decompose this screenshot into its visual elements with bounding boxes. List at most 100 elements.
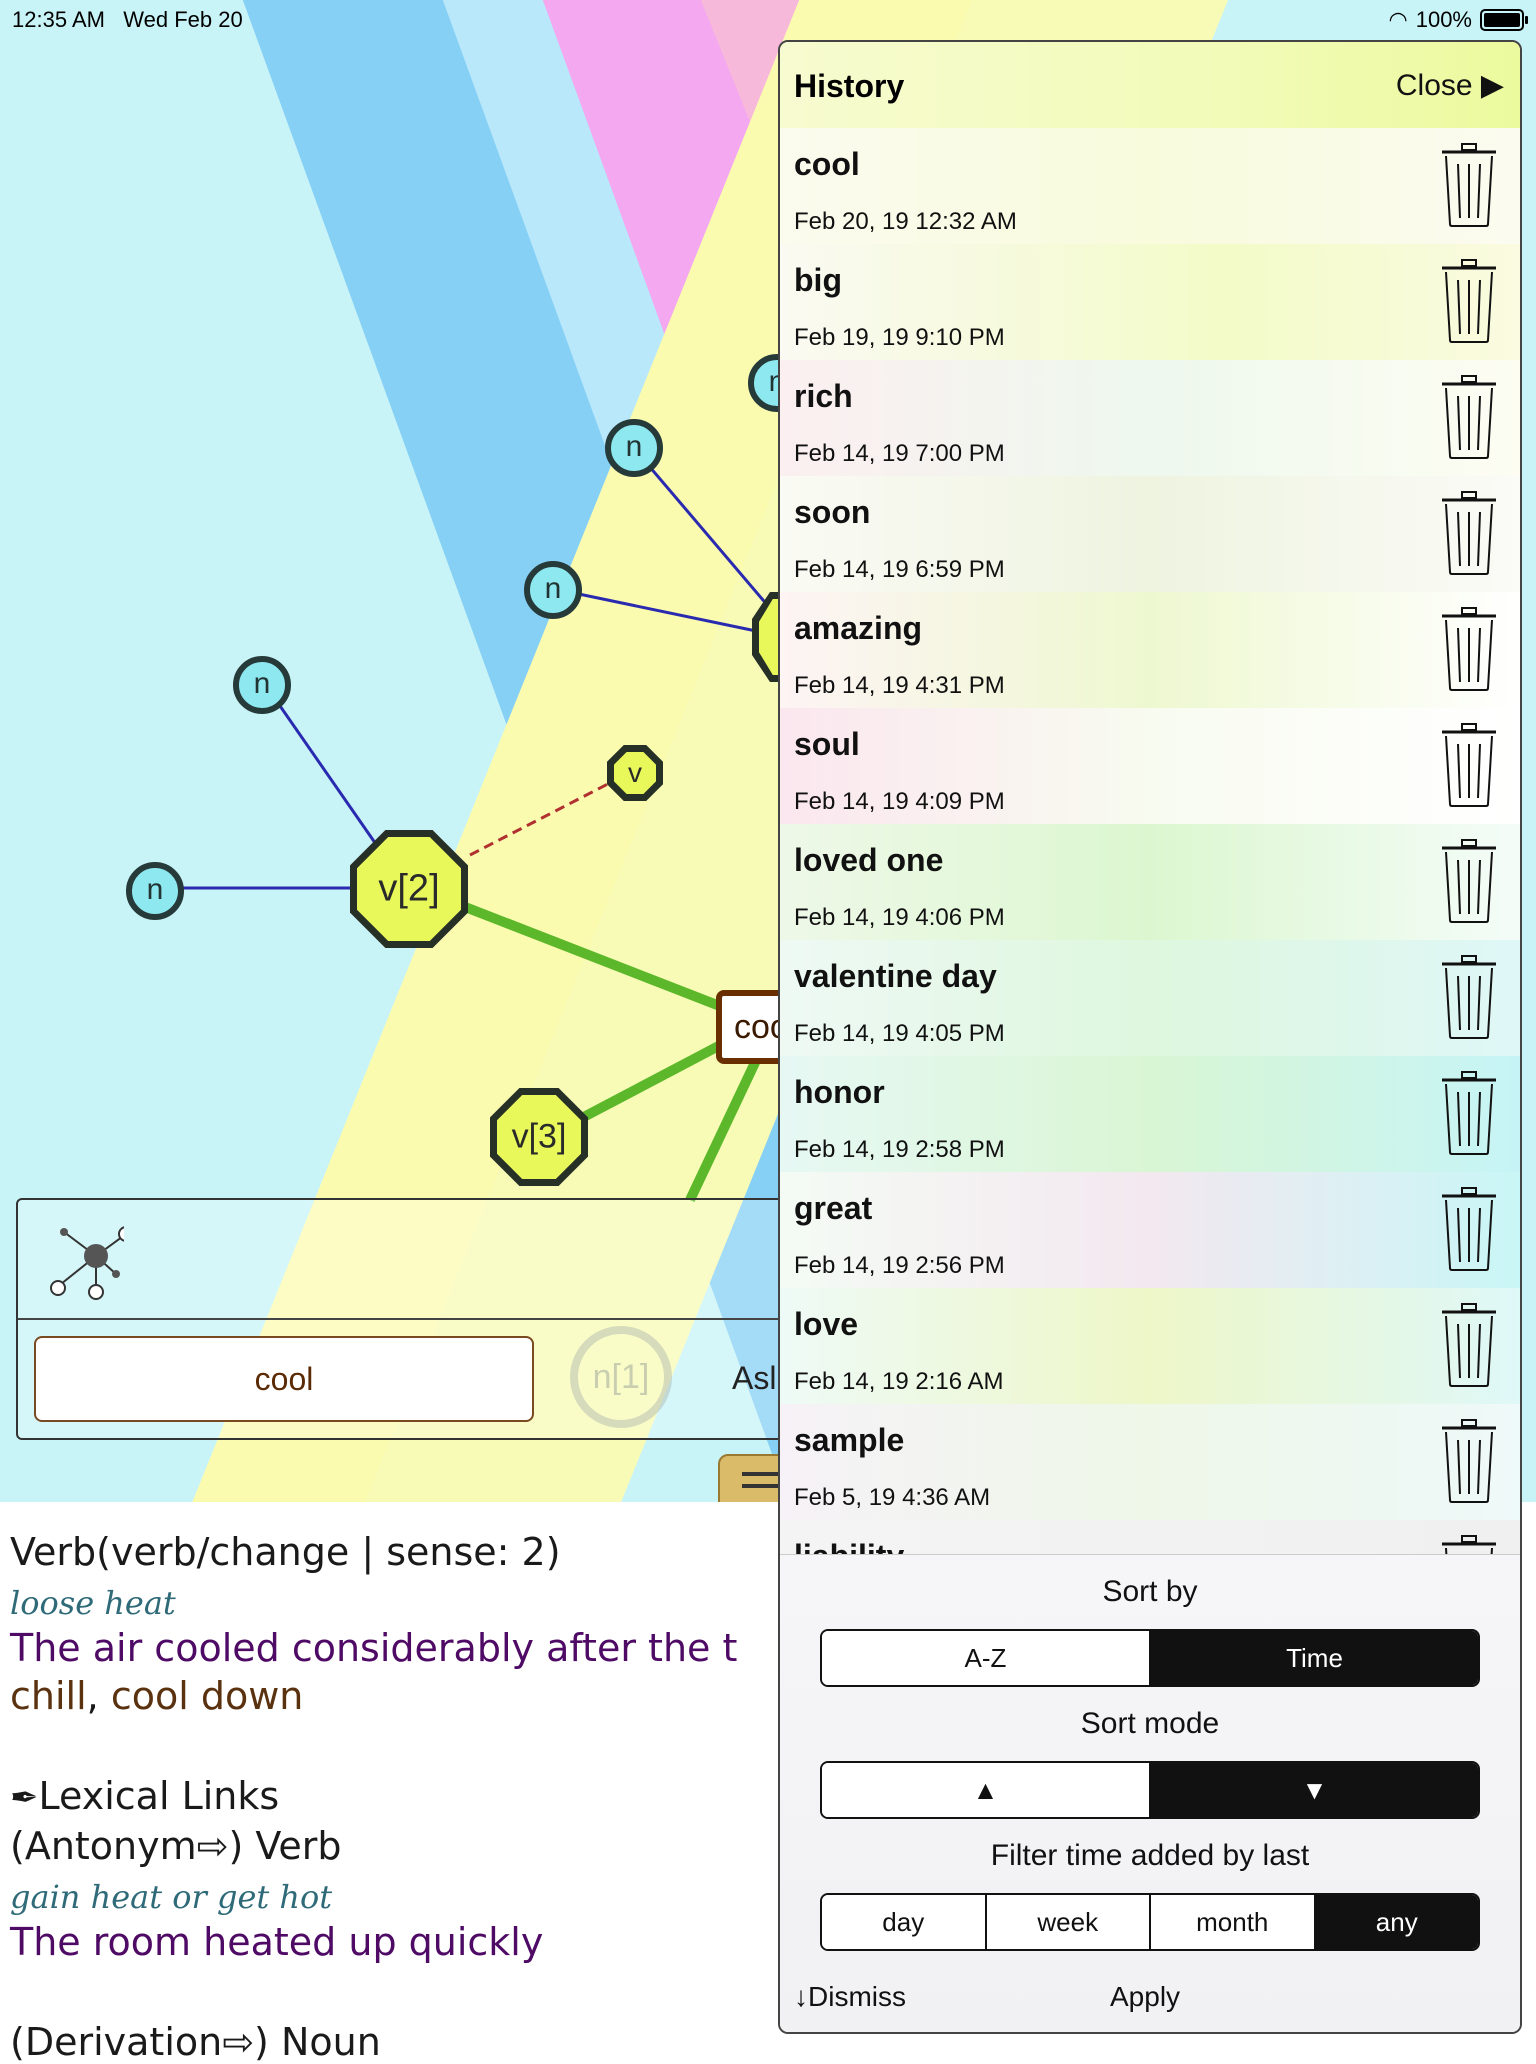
history-date: Feb 14, 19 2:58 PM [794,1136,1005,1163]
sort-descending-option[interactable]: ▼ [1151,1763,1478,1817]
graph-node-n[interactable]: n [605,419,663,477]
history-row[interactable]: big Feb 19, 19 9:10 PM [780,244,1520,362]
history-date: Feb 14, 19 4:09 PM [794,788,1005,815]
history-list[interactable]: cool Feb 20, 19 12:32 AM big Feb 19, 19 9:1… [780,128,1520,1554]
trash-icon[interactable] [1440,258,1498,344]
sense-gloss: loose heat [10,1584,176,1622]
sort-mode-segment: ▲ ▼ [820,1761,1480,1819]
graph-node-n[interactable]: n [524,561,582,619]
history-date: Feb 14, 19 2:16 AM [794,1368,1004,1395]
dismiss-button[interactable]: ↓Dismiss [794,1981,906,2013]
history-row[interactable]: cool Feb 20, 19 12:32 AM [780,128,1520,246]
antonym-gloss: gain heat or get hot [10,1878,333,1916]
history-row[interactable]: valentine day Feb 14, 19 4:05 PM [780,940,1520,1058]
history-word: soon [794,494,871,530]
toolbar-divider [18,1318,798,1320]
history-date: Feb 14, 19 4:31 PM [794,672,1005,699]
history-row[interactable]: sample Feb 5, 19 4:36 AM [780,1404,1520,1522]
history-panel: History Close ▶ cool Feb 20, 19 12:32 AM b… [778,40,1522,2034]
trash-icon[interactable] [1440,838,1498,924]
sort-time-option[interactable]: Time [1151,1631,1478,1685]
filter-month-option[interactable]: month [1151,1895,1316,1949]
history-word: valentine day [794,958,997,994]
derivation-line[interactable]: (Derivation⇨) Noun [10,2020,381,2064]
graph-network-icon[interactable] [34,1214,124,1304]
graph-node-n[interactable]: n [233,656,291,714]
history-word: rich [794,378,853,414]
trash-icon[interactable] [1440,722,1498,808]
status-time: 12:35 AM [12,7,105,32]
history-word: loved one [794,842,944,878]
wifi-icon: ◠ [1388,7,1408,32]
history-row[interactable]: loved one Feb 14, 19 4:06 PM [780,824,1520,942]
search-toolbar: cool [16,1198,800,1440]
sort-by-label: Sort by [1102,1575,1198,1608]
history-date: Feb 14, 19 2:56 PM [794,1252,1005,1279]
apply-button[interactable]: Apply [1110,1981,1180,2013]
history-row[interactable]: great Feb 14, 19 2:56 PM [780,1172,1520,1290]
trash-icon[interactable] [1440,1418,1498,1504]
history-word: love [794,1306,859,1342]
history-word: honor [794,1074,885,1110]
history-word: great [794,1190,873,1226]
trash-icon[interactable] [1440,954,1498,1040]
sort-ascending-option[interactable]: ▲ [822,1763,1151,1817]
sort-controls: Sort by A-Z Time Sort mode ▲ ▼ Filter ti… [780,1554,1520,2032]
history-date: Feb 14, 19 6:59 PM [794,556,1005,583]
history-word: liability [794,1538,904,1554]
status-bar: 12:35 AM Wed Feb 20 ◠ 100% [0,0,1536,40]
ask-button[interactable]: Asl [732,1360,776,1397]
search-input[interactable]: cool [34,1336,534,1422]
graph-node-v-small[interactable]: v [607,745,663,801]
history-date: Feb 5, 19 4:36 AM [794,1484,991,1511]
sort-az-option[interactable]: A-Z [822,1631,1151,1685]
trash-icon[interactable] [1440,490,1498,576]
trash-icon[interactable] [1440,606,1498,692]
sense-heading: Verb(verb/change | sense: 2) [10,1530,561,1574]
history-row[interactable]: honor Feb 14, 19 2:58 PM [780,1056,1520,1174]
synonym-link[interactable]: chill [10,1674,87,1718]
sort-by-segment: A-Z Time [820,1629,1480,1687]
history-date: Feb 20, 19 12:32 AM [794,208,1017,235]
trash-icon[interactable] [1440,1302,1498,1388]
filter-day-option[interactable]: day [822,1895,987,1949]
filter-segment: day week month any [820,1893,1480,1951]
filter-any-option[interactable]: any [1315,1895,1478,1949]
battery-icon [1480,9,1528,31]
graph-node-v3[interactable]: v[3] [490,1088,588,1186]
synonym-list: chill, cool down [10,1674,304,1718]
sense-example: The air cooled considerably after the t [10,1626,738,1670]
antonym-line[interactable]: (Antonym⇨) Verb [10,1824,342,1868]
history-title: History [794,68,905,104]
trash-icon[interactable] [1440,374,1498,460]
trash-icon[interactable] [1440,1186,1498,1272]
history-word: big [794,262,842,298]
history-row[interactable]: amazing Feb 14, 19 4:31 PM [780,592,1520,710]
sort-mode-label: Sort mode [1080,1707,1220,1740]
graph-node-n[interactable]: n [126,862,184,920]
trash-icon[interactable] [1440,1070,1498,1156]
history-header: History Close ▶ [780,42,1520,131]
status-date: Wed Feb 20 [123,7,243,32]
trash-icon[interactable] [1440,142,1498,228]
history-row[interactable]: love Feb 14, 19 2:16 AM [780,1288,1520,1406]
close-button[interactable]: Close ▶ [1396,68,1504,103]
history-word: soul [794,726,860,762]
history-row[interactable]: rich Feb 14, 19 7:00 PM [780,360,1520,478]
history-row[interactable]: soul Feb 14, 19 4:09 PM [780,708,1520,826]
synonym-link[interactable]: cool down [111,1674,304,1718]
history-word: amazing [794,610,923,646]
filter-label: Filter time added by last [990,1839,1310,1872]
history-row[interactable]: soon Feb 14, 19 6:59 PM [780,476,1520,594]
filter-week-option[interactable]: week [986,1895,1151,1949]
history-date: Feb 14, 19 4:05 PM [794,1020,1005,1047]
graph-node-v2[interactable]: v[2] [350,830,468,948]
history-date: Feb 14, 19 4:06 PM [794,904,1005,931]
pen-icon: ✒ [10,1778,39,1818]
lexical-links-heading: ✒Lexical Links [10,1774,280,1818]
history-date: Feb 19, 19 9:10 PM [794,324,1005,351]
graph-node-faded[interactable]: n[1] [570,1326,672,1428]
trash-icon[interactable] [1440,1534,1498,1554]
history-word: cool [794,146,860,182]
history-row[interactable]: liability [780,1520,1520,1554]
